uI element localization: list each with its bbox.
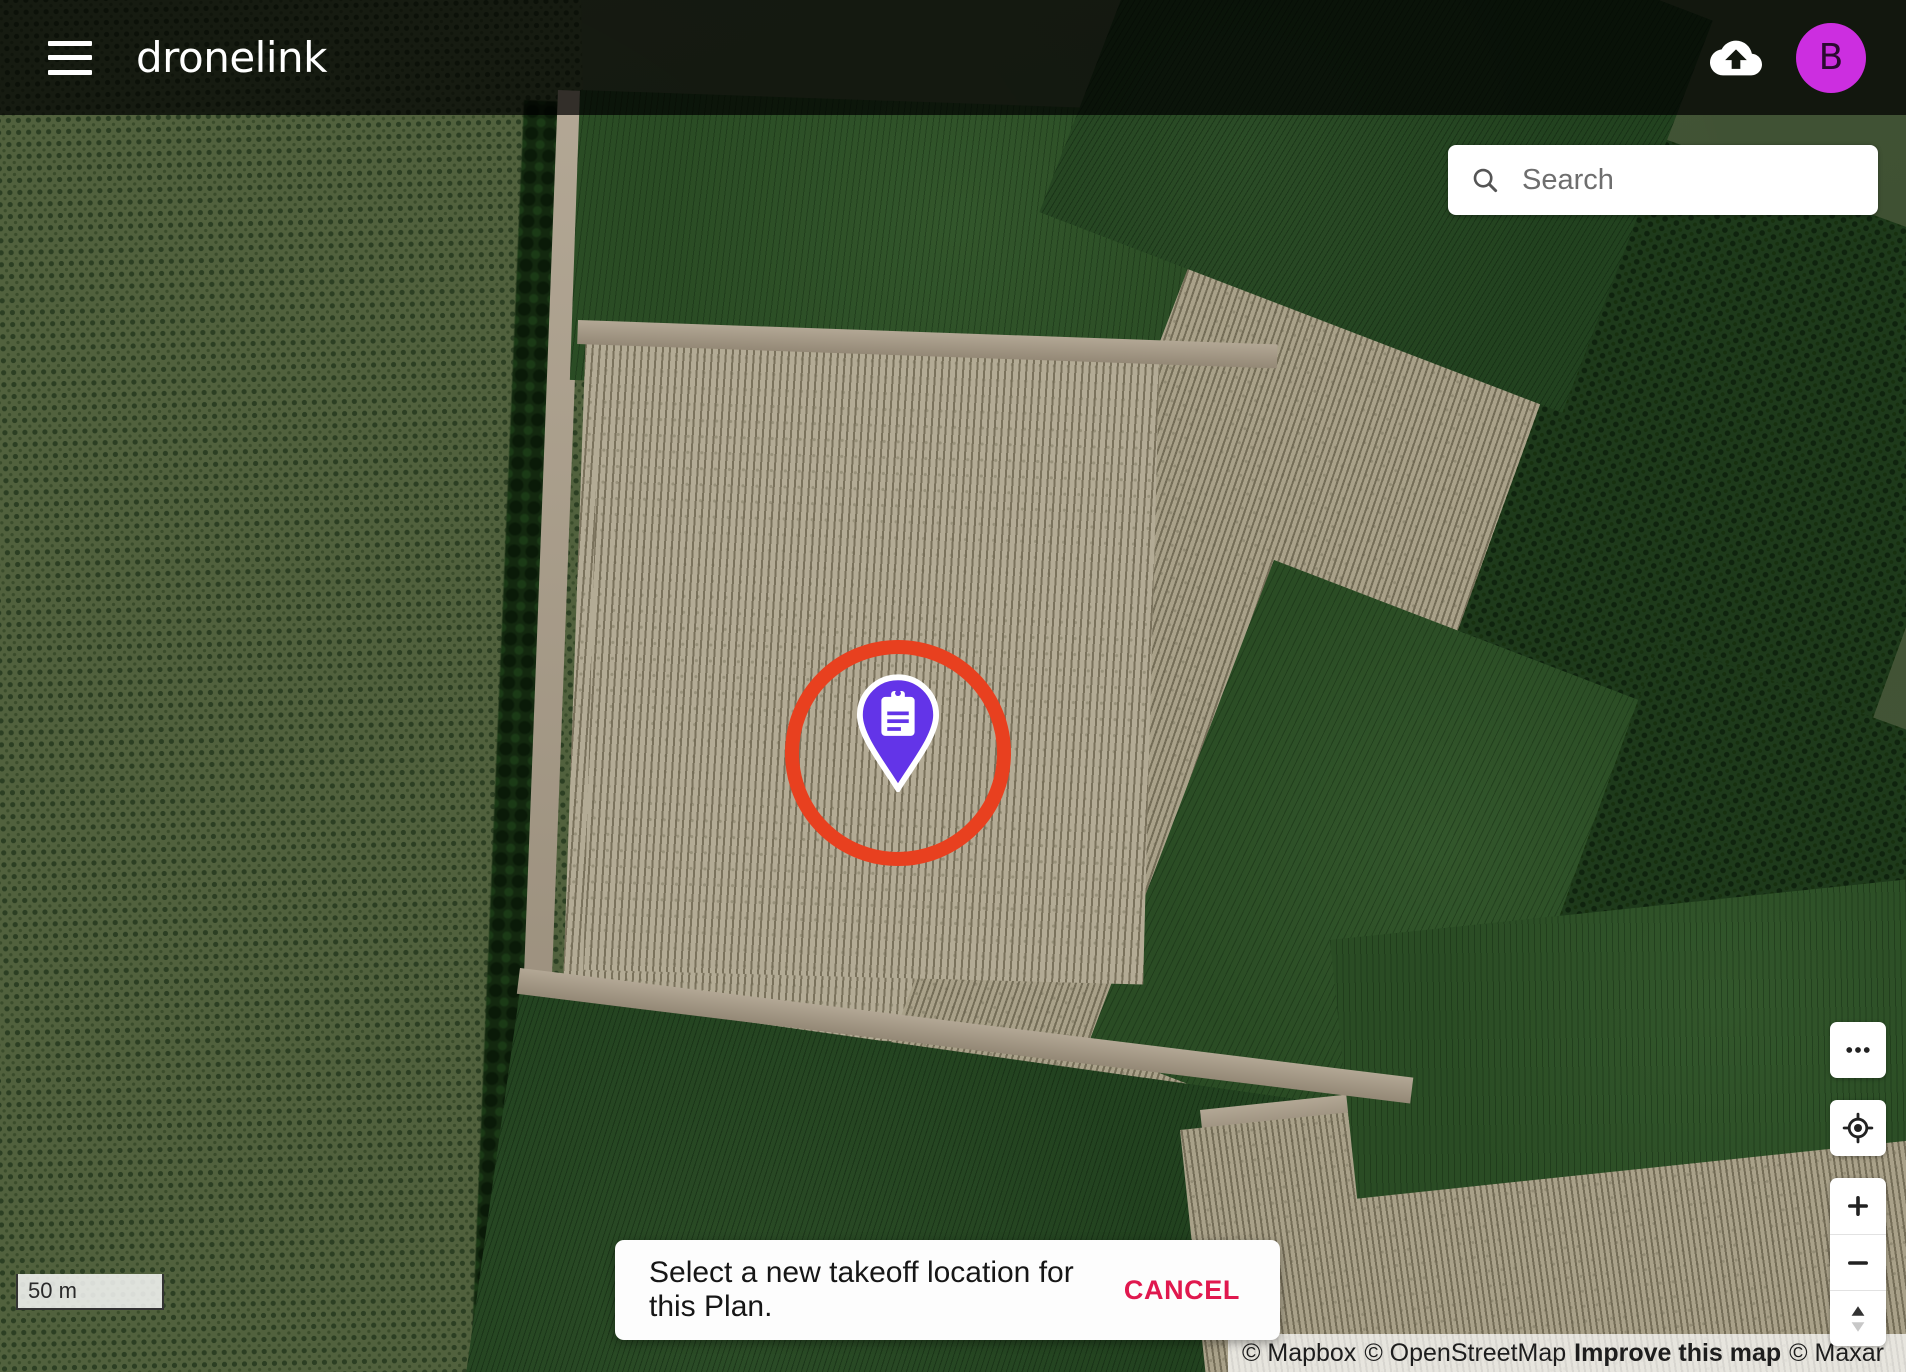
zoom-in-button[interactable]: [1830, 1178, 1886, 1234]
search-icon: [1470, 165, 1500, 195]
plan-map-pin[interactable]: [855, 674, 941, 795]
clipboard-icon: [881, 690, 915, 736]
zoom-out-button[interactable]: [1830, 1234, 1886, 1290]
cloud-upload-icon[interactable]: [1710, 32, 1762, 84]
takeoff-location-toast: Select a new takeoff location for this P…: [615, 1240, 1280, 1340]
map-scale-label: 50 m: [28, 1278, 77, 1303]
map-attribution: © Mapbox © OpenStreetMap Improve this ma…: [1228, 1334, 1906, 1372]
compass-pitch-icon[interactable]: [1830, 1290, 1886, 1346]
geolocate-icon[interactable]: [1830, 1100, 1886, 1156]
map-zoom-control[interactable]: [1830, 1178, 1886, 1346]
search-box[interactable]: [1448, 145, 1878, 215]
takeoff-marker[interactable]: [785, 640, 1011, 866]
app-header: dronelink B: [0, 0, 1906, 115]
hamburger-bar: [48, 69, 92, 75]
search-input[interactable]: [1520, 162, 1856, 198]
dronelink-map-screen: dronelink B Search Select a new takeoff …: [0, 0, 1906, 1372]
map-scale-bar: 50 m: [16, 1274, 164, 1310]
attribution-mapbox[interactable]: © Mapbox: [1242, 1339, 1356, 1368]
user-avatar[interactable]: B: [1796, 22, 1866, 93]
attribution-openstreetmap[interactable]: © OpenStreetMap: [1364, 1339, 1566, 1368]
hamburger-menu-icon[interactable]: [48, 40, 92, 75]
more-options-icon[interactable]: [1830, 1022, 1886, 1078]
avatar-initial: B: [1818, 37, 1844, 78]
hamburger-bar: [48, 40, 92, 46]
cancel-button[interactable]: CANCEL: [1118, 1274, 1246, 1307]
attribution-improve-this-map[interactable]: Improve this map: [1574, 1339, 1781, 1368]
map-geolocate-control[interactable]: [1830, 1100, 1886, 1156]
brand-logo[interactable]: dronelink: [136, 33, 327, 82]
hamburger-bar: [48, 55, 92, 60]
toast-message: Select a new takeoff location for this P…: [649, 1256, 1074, 1323]
map-more-options-control[interactable]: [1830, 1022, 1886, 1078]
